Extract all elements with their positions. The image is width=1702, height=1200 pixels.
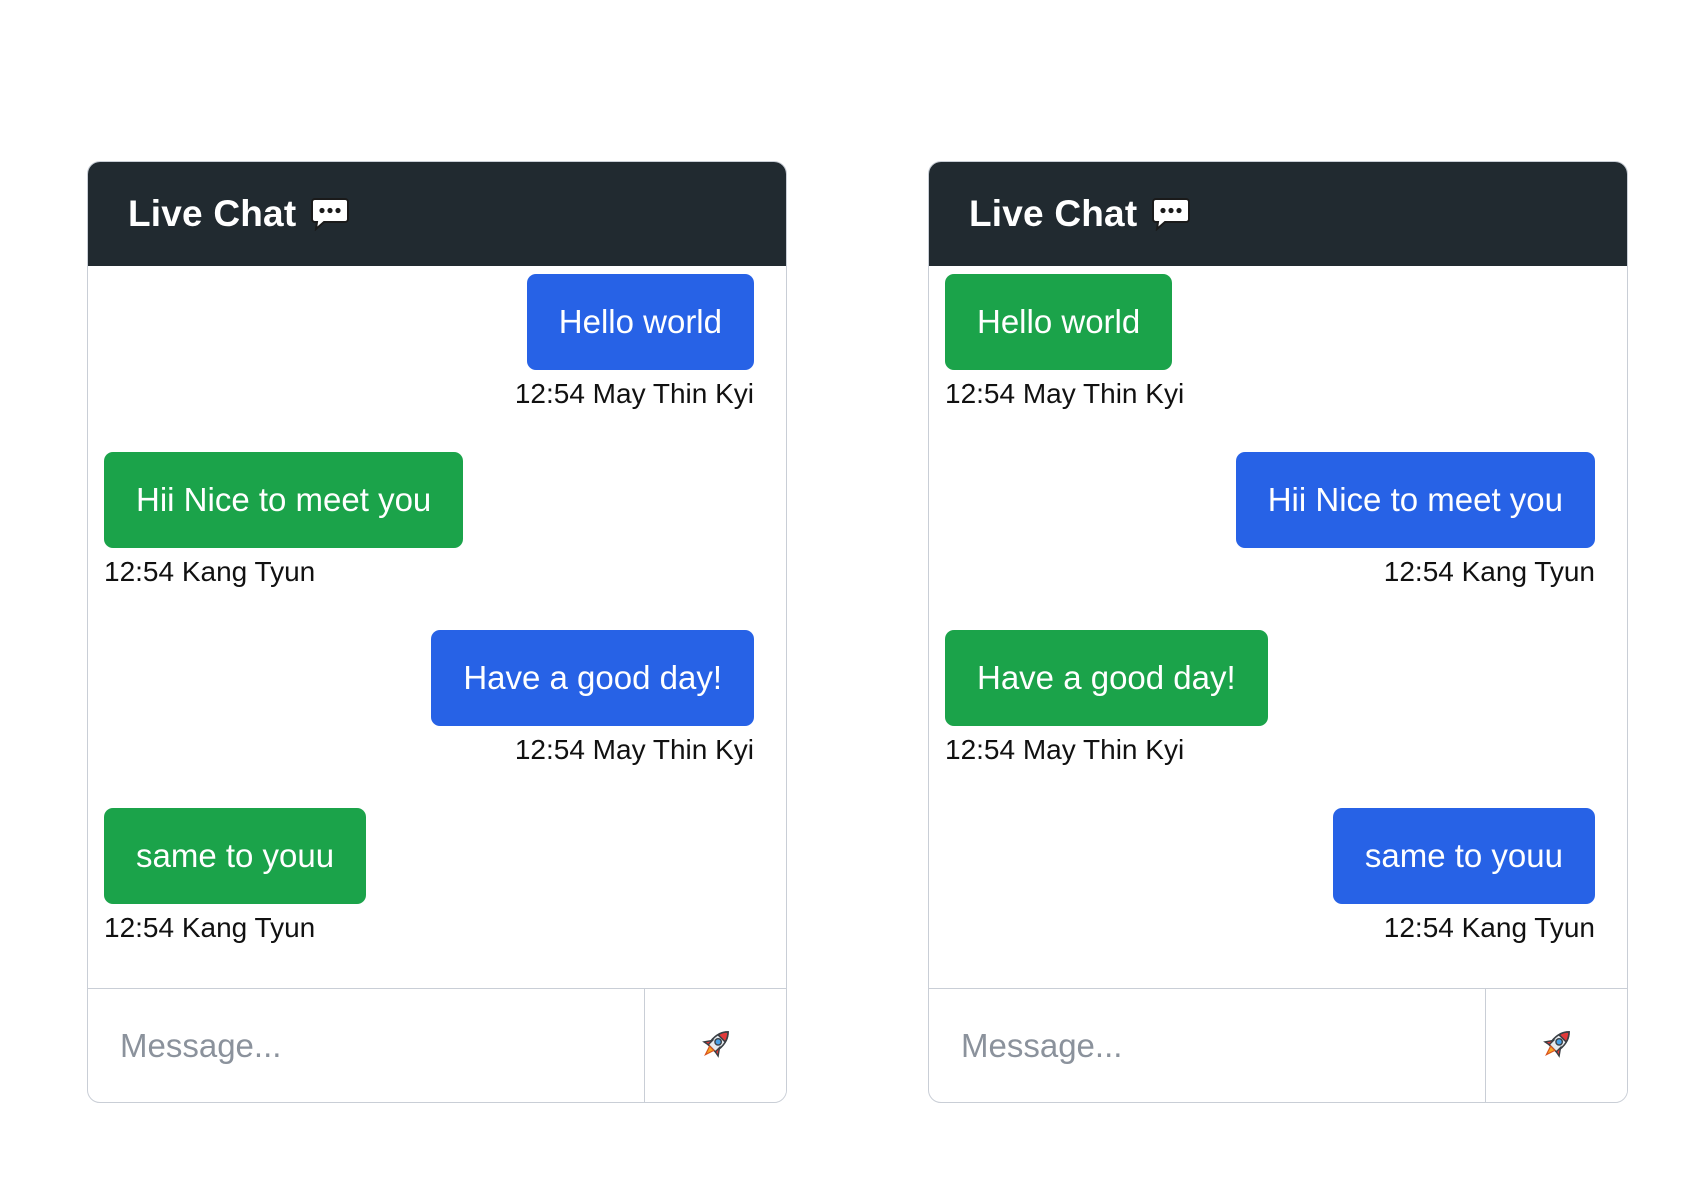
message-item: same to youu 12:54 Kang Tyun xyxy=(104,808,754,946)
message-item: Hello world 12:54 May Thin Kyi xyxy=(104,274,754,412)
page: Live Chat Hello world 12:54 May Thin Kyi… xyxy=(0,0,1702,1200)
message-bubble: same to youu xyxy=(104,808,367,904)
chat-panel-left: Live Chat Hello world 12:54 May Thin Kyi… xyxy=(87,161,787,1103)
message-meta: 12:54 Kang Tyun xyxy=(104,556,316,587)
message-bubble: Hello world xyxy=(945,274,1173,370)
message-meta: 12:54 May Thin Kyi xyxy=(514,734,754,765)
chat-title: Live Chat xyxy=(128,193,297,234)
message-item: Hello world 12:54 May Thin Kyi xyxy=(945,274,1595,412)
message-list: Hello world 12:54 May Thin Kyi Hii Nice … xyxy=(929,266,1627,990)
message-meta: 12:54 Kang Tyun xyxy=(104,912,316,943)
message-item: Hii Nice to meet you 12:54 Kang Tyun xyxy=(104,452,754,590)
send-button[interactable] xyxy=(1485,989,1627,1102)
message-bubble: Hii Nice to meet you xyxy=(104,452,464,548)
message-input[interactable] xyxy=(88,989,644,1102)
rocket-icon xyxy=(1537,1024,1577,1067)
message-item: Have a good day! 12:54 May Thin Kyi xyxy=(104,630,754,768)
message-meta: 12:54 May Thin Kyi xyxy=(514,378,754,409)
chat-header: Live Chat xyxy=(929,162,1627,266)
chat-bubble-dots-icon xyxy=(310,197,350,231)
chat-panel-right: Live Chat Hello world 12:54 May Thin Kyi… xyxy=(928,161,1628,1103)
message-item: Hii Nice to meet you 12:54 Kang Tyun xyxy=(945,452,1595,590)
message-list: Hello world 12:54 May Thin Kyi Hii Nice … xyxy=(88,266,786,990)
chat-bubble-dots-icon xyxy=(1151,197,1191,231)
message-meta: 12:54 May Thin Kyi xyxy=(945,378,1185,409)
message-input[interactable] xyxy=(929,989,1485,1102)
message-meta: 12:54 Kang Tyun xyxy=(1383,912,1595,943)
message-item: Have a good day! 12:54 May Thin Kyi xyxy=(945,630,1595,768)
message-meta: 12:54 Kang Tyun xyxy=(1383,556,1595,587)
chat-header: Live Chat xyxy=(88,162,786,266)
message-bubble: same to youu xyxy=(1332,808,1595,904)
chat-title: Live Chat xyxy=(969,193,1138,234)
send-button[interactable] xyxy=(644,989,786,1102)
message-bubble: Hello world xyxy=(526,274,754,370)
rocket-icon xyxy=(696,1024,736,1067)
message-composer xyxy=(88,988,786,1102)
message-meta: 12:54 May Thin Kyi xyxy=(945,734,1185,765)
message-bubble: Have a good day! xyxy=(945,630,1268,726)
message-bubble: Have a good day! xyxy=(431,630,754,726)
message-bubble: Hii Nice to meet you xyxy=(1235,452,1595,548)
message-item: same to youu 12:54 Kang Tyun xyxy=(945,808,1595,946)
message-composer xyxy=(929,988,1627,1102)
